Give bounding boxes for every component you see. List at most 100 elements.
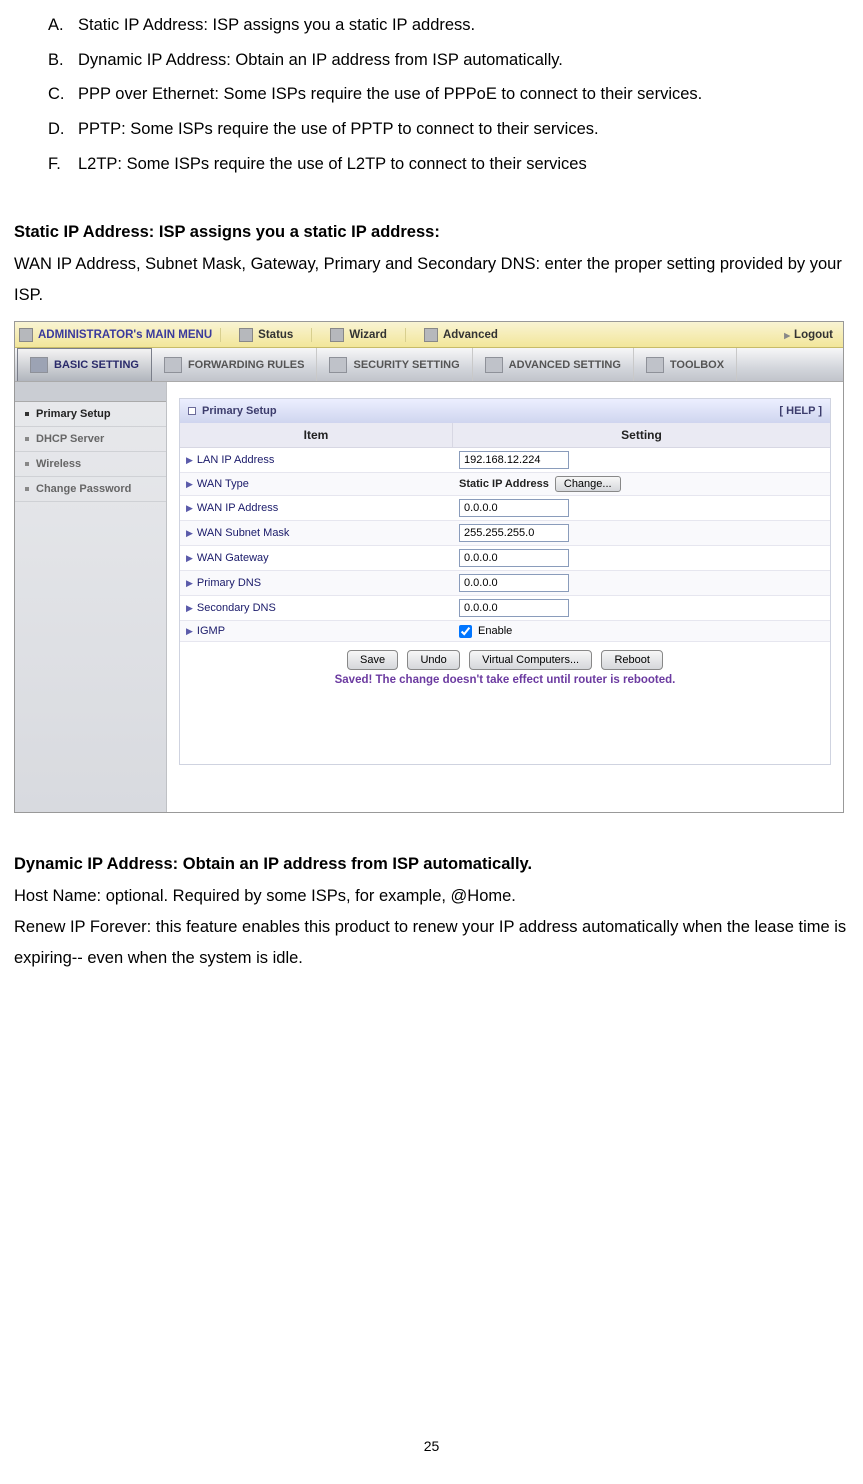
nav-tab-label: BASIC SETTING [54,359,139,371]
admin-main-menu-label: ADMINISTRATOR's MAIN MENU [15,328,220,342]
row-label: LAN IP Address [197,454,274,466]
list-letter: D. [48,112,78,147]
basic-setting-icon [30,357,48,373]
nav-forwarding-rules[interactable]: FORWARDING RULES [152,348,318,381]
advanced-icon [424,328,438,342]
sidebar-item-label: DHCP Server [36,433,104,445]
sidebar-item-label: Primary Setup [36,408,111,420]
nav-tab-label: FORWARDING RULES [188,359,305,371]
enable-label: Enable [478,625,512,637]
toolbox-icon [646,357,664,373]
list-text: Static IP Address: ISP assigns you a sta… [78,8,833,43]
sidebar-change-password[interactable]: Change Password [15,477,166,502]
router-sidebar: Primary Setup DHCP Server Wireless Chang… [15,382,167,812]
lan-ip-input[interactable] [459,451,569,469]
topbar-advanced-tab[interactable]: Advanced [405,328,516,342]
sidebar-primary-setup[interactable]: Primary Setup [15,402,166,427]
sidebar-wireless[interactable]: Wireless [15,452,166,477]
section-body: Host Name: optional. Required by some IS… [14,881,849,912]
list-letter: A. [48,8,78,43]
header-item: Item [180,423,453,448]
panel-title-bar: Primary Setup [ HELP ] [180,399,830,423]
list-letter: C. [48,77,78,112]
arrow-icon: ▶ [186,626,193,637]
nav-basic-setting[interactable]: BASIC SETTING [17,348,152,381]
row-lan-ip: ▶LAN IP Address [180,448,830,473]
wizard-icon [330,328,344,342]
nav-security-setting[interactable]: SECURITY SETTING [317,348,472,381]
nav-advanced-setting[interactable]: ADVANCED SETTING [473,348,634,381]
bullet-icon [25,462,29,466]
list-item: F. L2TP: Some ISPs require the use of L2… [48,147,833,182]
undo-button[interactable]: Undo [407,650,459,670]
row-label: WAN IP Address [197,502,278,514]
logout-link[interactable]: ▸ Logout [784,328,843,342]
dynamic-ip-section: Dynamic IP Address: Obtain an IP address… [0,849,863,974]
igmp-checkbox[interactable] [459,625,472,638]
section-heading: Dynamic IP Address: Obtain an IP address… [14,849,849,880]
bullet-icon [25,437,29,441]
wan-gateway-input[interactable] [459,549,569,567]
row-primary-dns: ▶Primary DNS [180,571,830,596]
caret-icon [19,328,33,342]
advanced-setting-icon [485,357,503,373]
section-body: Renew IP Forever: this feature enables t… [14,912,849,975]
router-content: Primary Setup [ HELP ] Item Setting ▶LAN… [167,382,843,812]
primary-setup-panel: Primary Setup [ HELP ] Item Setting ▶LAN… [179,398,831,765]
reboot-button[interactable]: Reboot [601,650,662,670]
section-body: WAN IP Address, Subnet Mask, Gateway, Pr… [14,249,849,312]
sidebar-dhcp-server[interactable]: DHCP Server [15,427,166,452]
section-heading: Static IP Address: ISP assigns you a sta… [14,217,849,248]
primary-dns-input[interactable] [459,574,569,592]
square-icon [188,407,196,415]
topbar-status-tab[interactable]: Status [220,328,311,342]
topbar-tab-label: Status [258,329,293,341]
topbar-wizard-tab[interactable]: Wizard [311,328,405,342]
admin-topbar: ADMINISTRATOR's MAIN MENU Status Wizard … [15,322,843,348]
row-wan-gateway: ▶WAN Gateway [180,546,830,571]
list-letter: B. [48,43,78,78]
row-igmp: ▶ IGMP Enable [180,621,830,642]
list-text: PPP over Ethernet: Some ISPs require the… [78,77,833,112]
row-label: Secondary DNS [197,602,276,614]
header-setting: Setting [453,423,830,448]
row-label: WAN Type [197,478,249,490]
list-letter: F. [48,147,78,182]
nav-toolbox[interactable]: TOOLBOX [634,348,737,381]
panel-button-row: Save Undo Virtual Computers... Reboot [180,642,830,672]
panel-spacer [180,694,830,764]
change-wan-type-button[interactable]: Change... [555,476,621,492]
nav-tab-label: TOOLBOX [670,359,724,371]
row-label: IGMP [197,625,225,637]
wan-subnet-input[interactable] [459,524,569,542]
row-label: WAN Subnet Mask [197,527,290,539]
arrow-icon: ▶ [186,528,193,539]
row-secondary-dns: ▶ Secondary DNS [180,596,830,621]
arrow-icon: ▶ [186,603,193,614]
forwarding-icon [164,357,182,373]
help-link[interactable]: [ HELP ] [779,405,822,417]
arrow-icon: ▶ [186,479,193,490]
row-wan-ip: ▶ WAN IP Address [180,496,830,521]
bullet-icon [25,412,29,416]
list-item: B. Dynamic IP Address: Obtain an IP addr… [48,43,833,78]
virtual-computers-button[interactable]: Virtual Computers... [469,650,592,670]
row-wan-type: ▶WAN Type Static IP Address Change... [180,473,830,496]
saved-message: Saved! The change doesn't take effect un… [180,672,830,694]
status-icon [239,328,253,342]
security-icon [329,357,347,373]
list-text: Dynamic IP Address: Obtain an IP address… [78,43,833,78]
intro-list: A. Static IP Address: ISP assigns you a … [0,0,863,181]
save-button[interactable]: Save [347,650,398,670]
topbar-tab-label: Advanced [443,329,498,341]
list-item: C. PPP over Ethernet: Some ISPs require … [48,77,833,112]
wan-ip-input[interactable] [459,499,569,517]
secondary-dns-input[interactable] [459,599,569,617]
router-admin-ui: ADMINISTRATOR's MAIN MENU Status Wizard … [14,321,844,813]
arrow-icon: ▶ [186,503,193,514]
arrow-icon: ▶ [186,553,193,564]
sidebar-sep [15,382,166,402]
panel-header-row: Item Setting [180,423,830,448]
sidebar-item-label: Change Password [36,483,131,495]
row-label: Primary DNS [197,577,261,589]
